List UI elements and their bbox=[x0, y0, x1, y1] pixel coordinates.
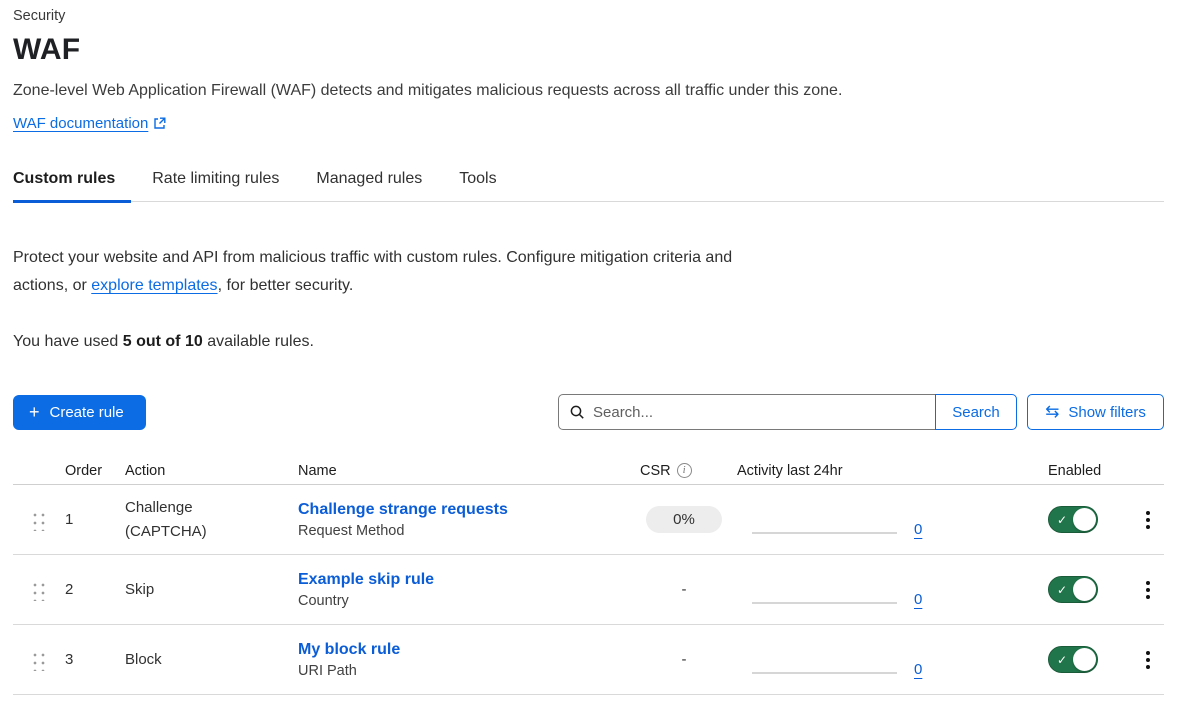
info-icon[interactable]: i bbox=[677, 463, 692, 478]
tab-rate-limiting-rules[interactable]: Rate limiting rules bbox=[152, 170, 295, 201]
toggle-knob bbox=[1073, 648, 1096, 671]
rule-name-link[interactable]: Example skip rule bbox=[298, 569, 434, 590]
activity-sparkline bbox=[752, 602, 897, 604]
table-row: 1 Challenge (CAPTCHA) Challenge strange … bbox=[13, 485, 1164, 555]
enabled-toggle[interactable]: ✓ bbox=[1048, 506, 1098, 533]
drag-handle-icon[interactable] bbox=[30, 579, 46, 601]
breadcrumb[interactable]: Security bbox=[13, 8, 1164, 24]
show-filters-button[interactable]: ⇆ Show filters bbox=[1027, 394, 1164, 430]
csr-value: - bbox=[682, 581, 687, 598]
column-header-order: Order bbox=[65, 463, 125, 479]
usage-summary: You have used 5 out of 10 available rule… bbox=[13, 333, 1164, 351]
tab-managed-rules[interactable]: Managed rules bbox=[316, 170, 438, 201]
plus-icon: + bbox=[29, 403, 40, 421]
column-header-activity: Activity last 24hr bbox=[728, 463, 1048, 479]
search-button[interactable]: Search bbox=[935, 394, 1017, 430]
activity-sparkline bbox=[752, 532, 897, 534]
search-box bbox=[558, 394, 936, 430]
csr-value: 0% bbox=[646, 506, 722, 533]
toggle-knob bbox=[1073, 508, 1096, 531]
explore-templates-link[interactable]: explore templates bbox=[91, 277, 217, 294]
rule-order: 3 bbox=[65, 651, 73, 668]
check-icon: ✓ bbox=[1057, 654, 1067, 666]
check-icon: ✓ bbox=[1057, 514, 1067, 526]
rule-order: 2 bbox=[65, 581, 73, 598]
rule-match-field: Request Method bbox=[298, 522, 404, 541]
kebab-menu-icon[interactable] bbox=[1132, 507, 1164, 533]
swap-arrows-icon: ⇆ bbox=[1045, 404, 1059, 421]
external-link-icon bbox=[153, 117, 166, 135]
check-icon: ✓ bbox=[1057, 584, 1067, 596]
rule-action: Skip bbox=[125, 578, 154, 602]
tab-tools[interactable]: Tools bbox=[459, 170, 512, 201]
table-header-row: Order Action Name CSR i Activity last 24… bbox=[13, 457, 1164, 485]
activity-count-link[interactable]: 0 bbox=[914, 522, 922, 537]
rule-action: Block bbox=[125, 648, 162, 672]
activity-sparkline bbox=[752, 672, 897, 674]
toolbar: + Create rule Search ⇆ Show filters bbox=[13, 394, 1164, 430]
activity-count-link[interactable]: 0 bbox=[914, 662, 922, 677]
rule-action: Challenge (CAPTCHA) bbox=[125, 496, 217, 544]
kebab-menu-icon[interactable] bbox=[1132, 647, 1164, 673]
search-icon bbox=[569, 404, 585, 420]
toggle-knob bbox=[1073, 578, 1096, 601]
waf-documentation-link[interactable]: WAF documentation bbox=[13, 115, 148, 132]
activity-count-link[interactable]: 0 bbox=[914, 592, 922, 607]
column-header-csr: CSR i bbox=[640, 463, 728, 479]
rule-match-field: Country bbox=[298, 592, 349, 611]
kebab-menu-icon[interactable] bbox=[1132, 577, 1164, 603]
waf-page: Security WAF Zone-level Web Application … bbox=[0, 0, 1177, 695]
rule-name-link[interactable]: My block rule bbox=[298, 639, 400, 660]
enabled-toggle[interactable]: ✓ bbox=[1048, 576, 1098, 603]
usage-count: 5 out of 10 bbox=[123, 333, 203, 350]
create-rule-button[interactable]: + Create rule bbox=[13, 395, 146, 430]
column-header-name: Name bbox=[298, 463, 640, 479]
page-description: Zone-level Web Application Firewall (WAF… bbox=[13, 82, 1164, 100]
intro-text: Protect your website and API from malici… bbox=[13, 244, 750, 300]
rule-name-link[interactable]: Challenge strange requests bbox=[298, 499, 508, 520]
rules-table: Order Action Name CSR i Activity last 24… bbox=[13, 457, 1164, 695]
tab-bar: Custom rules Rate limiting rules Managed… bbox=[13, 170, 1164, 202]
tab-custom-rules[interactable]: Custom rules bbox=[13, 170, 131, 201]
csr-value: - bbox=[682, 651, 687, 668]
column-header-enabled: Enabled bbox=[1048, 463, 1132, 479]
rule-match-field: URI Path bbox=[298, 662, 357, 681]
rule-order: 1 bbox=[65, 511, 73, 528]
table-body: 1 Challenge (CAPTCHA) Challenge strange … bbox=[13, 485, 1164, 695]
table-row: 2 Skip Example skip rule Country - 0 ✓ bbox=[13, 555, 1164, 625]
drag-handle-icon[interactable] bbox=[30, 509, 46, 531]
enabled-toggle[interactable]: ✓ bbox=[1048, 646, 1098, 673]
search-input[interactable] bbox=[593, 404, 925, 421]
table-row: 3 Block My block rule URI Path - 0 ✓ bbox=[13, 625, 1164, 695]
column-header-action: Action bbox=[125, 463, 298, 479]
drag-handle-icon[interactable] bbox=[30, 649, 46, 671]
page-title: WAF bbox=[13, 33, 1164, 67]
